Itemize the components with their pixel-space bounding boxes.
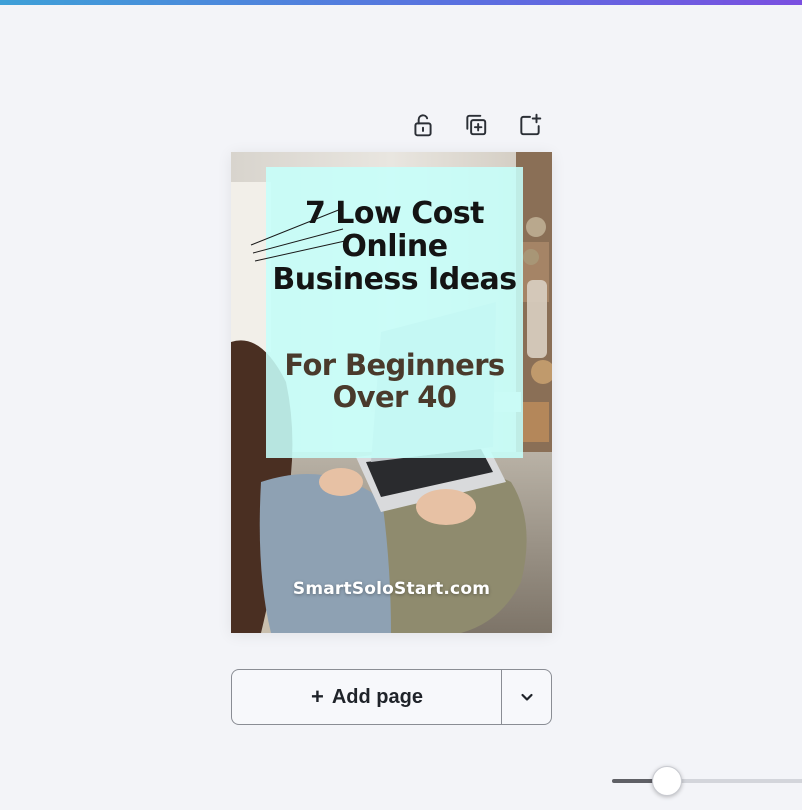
zoom-slider[interactable] bbox=[612, 766, 802, 796]
lock-page-button[interactable] bbox=[406, 108, 440, 142]
add-page-icon bbox=[520, 113, 542, 136]
add-page-after-button[interactable] bbox=[513, 108, 547, 142]
add-page-group: + Add page bbox=[231, 669, 552, 725]
design-website[interactable]: SmartSoloStart.com bbox=[231, 579, 552, 599]
page-toolbar bbox=[406, 108, 556, 142]
zoom-slider-handle[interactable] bbox=[652, 766, 682, 796]
chevron-down-icon bbox=[520, 693, 533, 701]
design-headline[interactable]: 7 Low Cost Online Business Ideas bbox=[266, 197, 523, 296]
duplicate-page-icon bbox=[466, 114, 487, 136]
plus-icon: + bbox=[311, 684, 324, 709]
add-page-dropdown-button[interactable] bbox=[501, 669, 552, 725]
duplicate-page-button[interactable] bbox=[459, 108, 493, 142]
add-page-button[interactable]: + Add page bbox=[231, 669, 502, 725]
top-accent-bar bbox=[0, 0, 802, 5]
add-page-label: Add page bbox=[331, 685, 423, 708]
zoom-track bbox=[667, 779, 802, 783]
lock-open-icon bbox=[414, 114, 432, 137]
design-canvas[interactable]: 7 Low Cost Online Business Ideas For Beg… bbox=[231, 152, 552, 633]
design-subheadline[interactable]: For Beginners Over 40 bbox=[266, 349, 523, 413]
